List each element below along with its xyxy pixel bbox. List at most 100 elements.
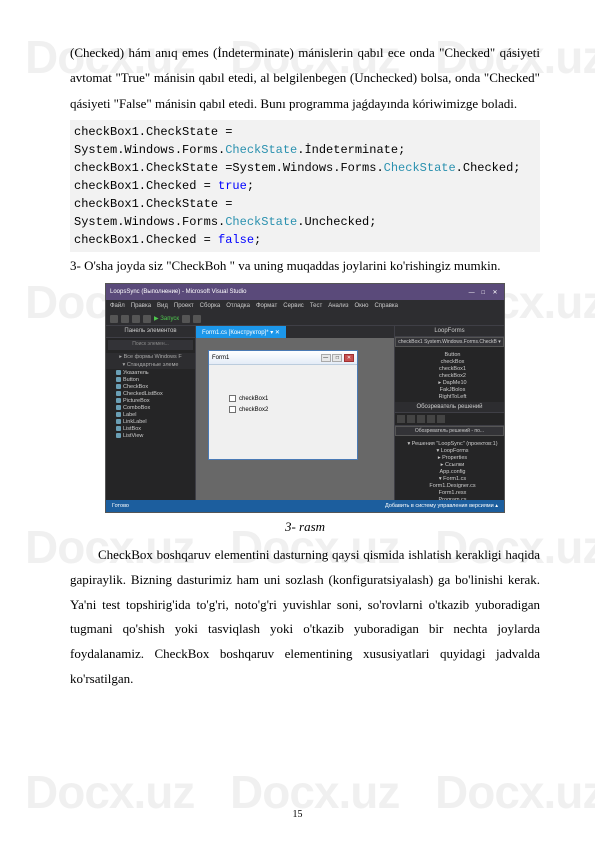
toolbox-item[interactable]: LinkLabel [106,418,195,425]
start-button[interactable]: ▶ Запуск [154,315,179,322]
menu-item[interactable]: Сборка [200,303,221,309]
toolbox-search[interactable]: Поиск элемен... [108,340,193,350]
minimize-icon[interactable]: — [467,290,477,296]
toolbox-group[interactable]: ▾ Стандартные элеме [106,361,195,369]
tree-node[interactable]: checkBox1 [398,365,501,372]
toolbar-icon[interactable] [132,315,140,323]
status-left: Готово [112,503,129,509]
close-icon[interactable]: ✕ [490,289,500,296]
form-titlebar: Form1 — □ ✕ [209,351,357,365]
tree-node[interactable]: ▾ Решения "LoopSync" (проектов:1) [398,440,501,447]
properties-tree: Button checkBox checkBox1 checkBox2 ▸ Da… [395,349,504,402]
toolbar-icon[interactable] [437,415,445,423]
toolbox-item[interactable]: Button [106,376,195,383]
toolbox-item[interactable]: ListView [106,432,195,439]
toolbar-icon[interactable] [407,415,415,423]
tree-node[interactable]: checkBox2 [398,372,501,379]
checkbox-control[interactable]: checkBox1 [229,395,337,402]
checkbox-box-icon[interactable] [229,406,236,413]
properties-selector[interactable]: checkBox1 System.Windows.Forms.CheckB ▾ [395,337,504,347]
toolbar-icon[interactable] [143,315,151,323]
pointer-icon [116,370,121,375]
status-right[interactable]: Добавить в систему управления версиями ▴ [385,503,498,509]
designer-tabs: Form1.cs [Конструктор]* ▾ ✕ [196,326,394,338]
tree-node[interactable]: App.config [398,468,501,475]
designer-panel: Form1.cs [Конструктор]* ▾ ✕ Form1 — □ ✕ [196,326,394,500]
toolbox-item[interactable]: PictureBox [106,397,195,404]
solution-search[interactable]: Обозреватель решений - по... [395,426,504,436]
menu-item[interactable]: Вид [157,303,168,309]
designer-surface[interactable]: Form1 — □ ✕ checkBox1 [196,338,394,500]
tree-node[interactable]: ▸ Properties [398,454,501,461]
toolbox-item-label: CheckedListBox [123,391,163,397]
menu-item[interactable]: Анализ [328,303,348,309]
toolbar-icon[interactable] [182,315,190,323]
tree-node[interactable]: RightToLeft [398,393,501,400]
menu-item[interactable]: Файл [110,303,125,309]
toolbar-icon[interactable] [397,415,405,423]
toolbox-group[interactable]: ▸ Все формы Windows F [106,353,195,361]
watermark: Docx.uz [230,765,399,819]
menu-item[interactable]: Справка [374,303,398,309]
ide-titlebar: LoopsSync (Выполнение) - Microsoft Visua… [106,284,504,300]
toolbar-icon[interactable] [427,415,435,423]
menu-item[interactable]: Формат [256,303,277,309]
paragraph-3: CheckBox boshqaruv elementini dasturning… [70,543,540,691]
solution-tree: ▾ Решения "LoopSync" (проектов:1) ▾ Loop… [395,438,504,505]
checkbox-label: checkBox2 [239,407,268,413]
form-title-text: Form1 [212,355,229,361]
menu-item[interactable]: Отладка [226,303,250,309]
toolbox-item-label: CheckBox [123,384,148,390]
code-keyword: true [218,179,247,193]
toolbar-icon[interactable] [417,415,425,423]
menu-item[interactable]: Окно [355,303,369,309]
menu-item[interactable]: Проект [174,303,194,309]
figure-caption: 3- rasm [70,519,540,535]
tree-node[interactable]: Form1.resx [398,489,501,496]
toolbox-item-label: ComboBox [123,405,150,411]
menu-item[interactable]: Правка [131,303,151,309]
form-close-icon[interactable]: ✕ [344,354,354,362]
toolbox-item-label: PictureBox [123,398,150,404]
tree-node[interactable]: Form1.Designer.cs [398,482,501,489]
toolbox-panel: Панель элементов Поиск элемен... ▸ Все ф… [106,326,196,500]
toolbar-icon[interactable] [110,315,118,323]
menu-item[interactable]: Тест [310,303,322,309]
code-type: CheckState [384,161,456,175]
form-preview[interactable]: Form1 — □ ✕ checkBox1 [208,350,358,460]
toolbox-item[interactable]: CheckBox [106,383,195,390]
tree-node[interactable]: ▾ Form1.cs [398,475,501,482]
tree-node[interactable]: checkBox [398,358,501,365]
menu-item[interactable]: Сервис [283,303,304,309]
tree-node[interactable]: ▾ LoopForms [398,447,501,454]
code-text: .Checked; [456,161,521,175]
window-controls: — □ ✕ [467,289,500,296]
checkbox-control[interactable]: checkBox2 [229,406,337,413]
code-text: checkBox1.Checked = [74,233,218,247]
toolbox-item-label: LinkLabel [123,419,147,425]
toolbar-icon[interactable] [121,315,129,323]
maximize-icon[interactable]: □ [478,290,488,296]
ide-statusbar: Готово Добавить в систему управления вер… [106,500,504,512]
checkbox-box-icon[interactable] [229,395,236,402]
toolbox-item[interactable]: Указатель [106,369,195,376]
label-icon [116,412,121,417]
toolbox-item[interactable]: CheckedListBox [106,390,195,397]
ide-toolbar: ▶ Запуск [106,312,504,326]
toolbox-item[interactable]: ListBox [106,425,195,432]
toolbox-item-label: ListView [123,433,143,439]
form-minimize-icon[interactable]: — [321,354,331,362]
designer-tab[interactable]: Form1.cs [Конструктор]* ▾ ✕ [196,326,286,338]
tree-node[interactable]: ▸ DapMe10 [398,379,501,386]
checkedlistbox-icon [116,391,121,396]
code-text: checkBox1.CheckState = System.Windows.Fo… [74,125,240,157]
toolbar-icon[interactable] [193,315,201,323]
tree-node[interactable]: FakJBolos [398,386,501,393]
paragraph-2: 3- O'sha joyda siz "CheckBoh " va uning … [70,254,540,277]
form-maximize-icon[interactable]: □ [332,354,342,362]
tree-node[interactable]: ▸ Ссылки [398,461,501,468]
toolbox-item[interactable]: Label [106,411,195,418]
toolbox-tab[interactable]: Панель элементов [106,326,195,338]
toolbox-item[interactable]: ComboBox [106,404,195,411]
tree-node[interactable]: Button [398,351,501,358]
